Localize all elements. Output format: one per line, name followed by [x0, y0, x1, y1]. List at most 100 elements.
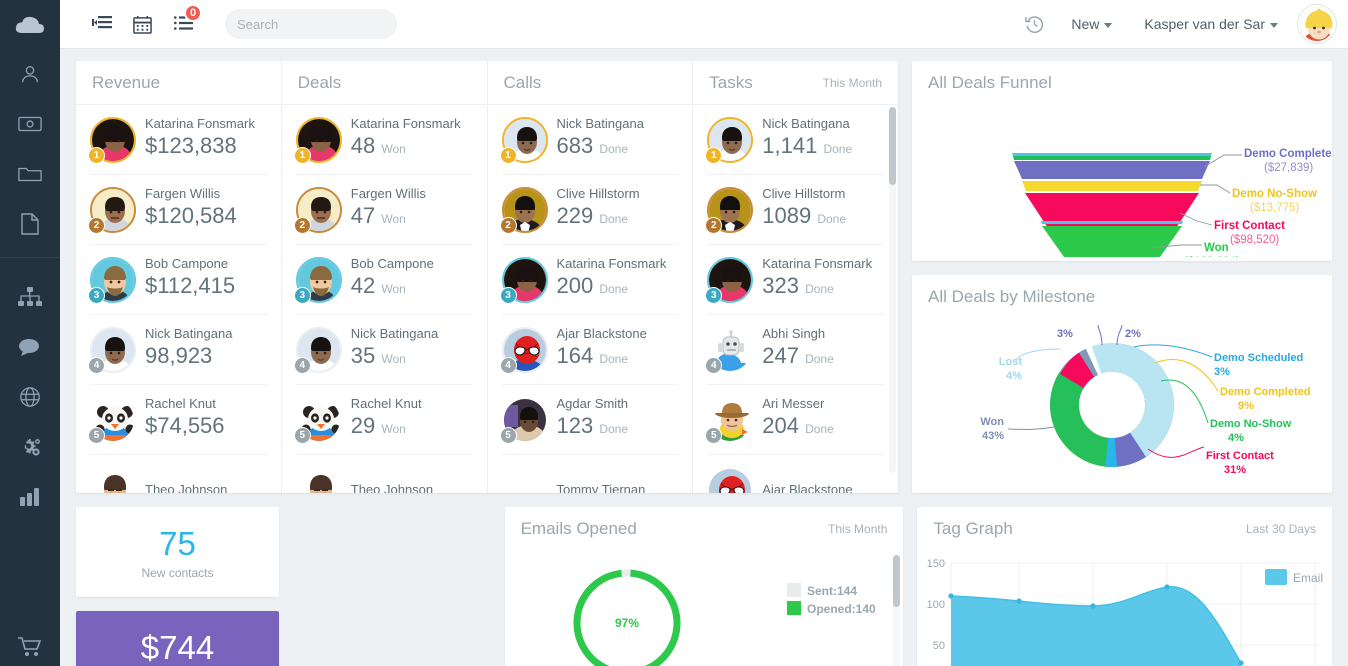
avatar: 1	[88, 116, 136, 164]
list-toggle-button[interactable]	[81, 0, 122, 49]
leaderboard-row[interactable]: 3 Bob Campone 42 Won	[293, 245, 473, 315]
leaderboard-row[interactable]: 1 Nick Batingana 683 Done	[499, 105, 679, 175]
legend-swatch-opened	[786, 601, 801, 615]
leaderboard-column-body: 1 Nick Batingana 1,141 Done 2 Clive Hillstor…	[693, 105, 898, 493]
leaderboard-person-name: Fargen Willis	[145, 186, 221, 201]
leaderboard-row[interactable]: 2 Clive Hillstorm 1089 Done	[705, 175, 884, 245]
sidebar-item-contacts[interactable]	[0, 49, 60, 99]
calendar-button[interactable]	[122, 0, 163, 49]
sidebar-item-messages[interactable]	[0, 322, 60, 372]
leaderboard-row[interactable]: 2 Clive Hillstorm 229 Done	[499, 175, 679, 245]
leaderboard-value: $123,838	[145, 132, 255, 163]
scrollbar-thumb[interactable]	[889, 107, 896, 185]
leaderboard-row[interactable]: 1 Katarina Fonsmark 48 Won	[293, 105, 473, 175]
leaderboard-value: 47 Won	[351, 202, 426, 233]
emails-title: Emails Opened	[520, 519, 637, 538]
leaderboard-row[interactable]: 4 Nick Batingana 35 Won	[293, 315, 473, 385]
sidebar-item-deals[interactable]	[0, 99, 60, 149]
leaderboard-value-unit: Done	[805, 422, 834, 436]
sidebar-item-settings[interactable]	[0, 422, 60, 472]
avatar: 4	[499, 326, 548, 374]
leaderboard-column-deals: Deals 1 Katarina Fonsmark 48 Won 2 Fargen Wil…	[281, 61, 488, 493]
leaderboard-row[interactable]: 6 Theo Johnson	[295, 455, 473, 493]
leaderboard-value-number: 123	[556, 413, 594, 438]
leaderboard-row-text: Fargen Willis $120,584	[145, 186, 237, 233]
search-box[interactable]	[225, 9, 413, 39]
leaderboard-row[interactable]: 5 Rachel Knut 29 Won	[293, 385, 473, 455]
leaderboard-value: 98,923	[145, 342, 232, 373]
leaderboard-column-title: Revenue	[92, 72, 161, 92]
legend-swatch-sent	[786, 583, 801, 597]
leaderboard-row-text: Nick Batingana 98,923	[145, 326, 232, 373]
leaderboard-row[interactable]: 4 Abhi Singh 247 Done	[705, 315, 884, 385]
avatar: 2	[88, 186, 136, 234]
leaderboard-row[interactable]: 4 Ajar Blackstone 164 Done	[499, 315, 679, 385]
history-button[interactable]	[1014, 0, 1055, 49]
leaderboard-row[interactable]: 4 Nick Batingana 98,923	[88, 315, 267, 385]
leaderboard-row[interactable]: 3 Bob Campone $112,415	[88, 245, 267, 315]
leaderboard-row[interactable]: 6 Tommy Tiernan	[501, 455, 679, 493]
leaderboard-column-body: 1 Katarina Fonsmark $123,838 2 Fargen Willi…	[76, 105, 281, 493]
leaderboard-row[interactable]: 1 Nick Batingana 1,141 Done	[705, 105, 884, 175]
leaderboard-row[interactable]: 2 Fargen Willis $120,584	[88, 175, 267, 245]
user-menu-button[interactable]: Kasper van der Sar	[1128, 0, 1294, 49]
sidebar-item-files[interactable]	[0, 149, 60, 199]
leaderboard-person-name: Clive Hillstorm	[556, 186, 640, 201]
leaderboard-row[interactable]: 5 Ari Messer 204 Done	[705, 385, 884, 455]
donut-label-demo-scheduled: Demo Scheduled	[1214, 352, 1303, 364]
leaderboard-row-text: Agdar Smith 123 Done	[557, 396, 629, 443]
sidebar-item-store[interactable]	[0, 622, 60, 666]
stat-tile[interactable]: 75 New contacts	[76, 507, 279, 597]
leaderboard-value: 204 Done	[762, 412, 834, 443]
leaderboard-value: 200 Done	[557, 272, 667, 303]
emails-scrollbar[interactable]	[893, 555, 901, 666]
leaderboard-row-text: Nick Batingana 35 Won	[351, 326, 438, 373]
funnel-label-2: First Contact	[1214, 220, 1285, 232]
donut-ring	[1050, 343, 1174, 467]
leaderboard-column-body: 1 Katarina Fonsmark 48 Won 2 Fargen Willis 47…	[282, 105, 487, 493]
search-input[interactable]	[237, 16, 413, 32]
sidebar-item-workflows[interactable]	[0, 272, 60, 322]
org-chart-icon	[18, 287, 42, 306]
new-menu-button[interactable]: New	[1055, 0, 1128, 49]
sidebar-item-reports[interactable]	[0, 472, 60, 522]
leaderboard-value-unit: Done	[805, 352, 834, 366]
leaderboard-column-calls: Calls 1 Nick Batingana 683 Done 2 Clive Hills…	[487, 61, 694, 493]
emails-legend: Sent:144 Opened:140	[786, 583, 876, 616]
donut-pct-first-contact: 31%	[1224, 464, 1246, 476]
sidebar-item-documents[interactable]	[0, 199, 60, 249]
sidebar	[0, 0, 60, 666]
scrollbar-thumb[interactable]	[893, 555, 901, 607]
leaderboard-value: $120,584	[145, 202, 237, 233]
user-avatar[interactable]	[1298, 5, 1336, 43]
avatar: 5	[705, 396, 754, 444]
milestone-donut-chart: 3% 2% Lost 4% Demo Scheduled 3% Demo Com…	[980, 324, 1310, 476]
leaderboard-row[interactable]: 5 Agdar Smith 123 Done	[499, 385, 679, 455]
leaderboard-row[interactable]: 5 Rachel Knut $74,556	[88, 385, 267, 455]
avatar: 5	[293, 396, 342, 444]
leaderboard-row[interactable]: 6 Theo Johnson	[90, 455, 267, 493]
leaderboard-row[interactable]: 3 Katarina Fonsmark 200 Done	[499, 245, 679, 315]
leaderboard-row[interactable]: 3 Katarina Fonsmark 323 Done	[705, 245, 884, 315]
leaderboard-value-number: 164	[556, 343, 594, 368]
leaderboard-person-name: Theo Johnson	[350, 482, 434, 493]
globe-icon	[20, 387, 40, 407]
leaderboard-row[interactable]: 6 Ajar Blackstone	[707, 455, 884, 493]
leaderboard-row-text: Theo Johnson	[145, 482, 227, 493]
rank-badge: 1	[705, 146, 723, 164]
avatar: 4	[293, 326, 342, 374]
leaderboard-row-text: Rachel Knut $74,556	[145, 396, 225, 443]
sidebar-item-web[interactable]	[0, 372, 60, 422]
leaderboard-scrollbar[interactable]	[889, 107, 896, 473]
leaderboard-row[interactable]: 2 Fargen Willis 47 Won	[293, 175, 473, 245]
leaderboard-row-text: Clive Hillstorm 1089 Done	[762, 186, 846, 233]
tasks-button[interactable]: 0	[163, 0, 204, 49]
donut-pct-won: 43%	[982, 430, 1004, 442]
leaderboard-row[interactable]: 1 Katarina Fonsmark $123,838	[88, 105, 267, 175]
list-indent-icon	[91, 16, 112, 29]
leaderboard-value: $74,556	[145, 412, 225, 443]
emails-donut-chart: 97% Sent:144 Opened:140	[573, 569, 876, 666]
leaderboard-value-number: 247	[762, 343, 799, 368]
stat-tile[interactable]: $744Won from 2 deals	[76, 611, 279, 666]
app-logo[interactable]	[0, 0, 60, 49]
